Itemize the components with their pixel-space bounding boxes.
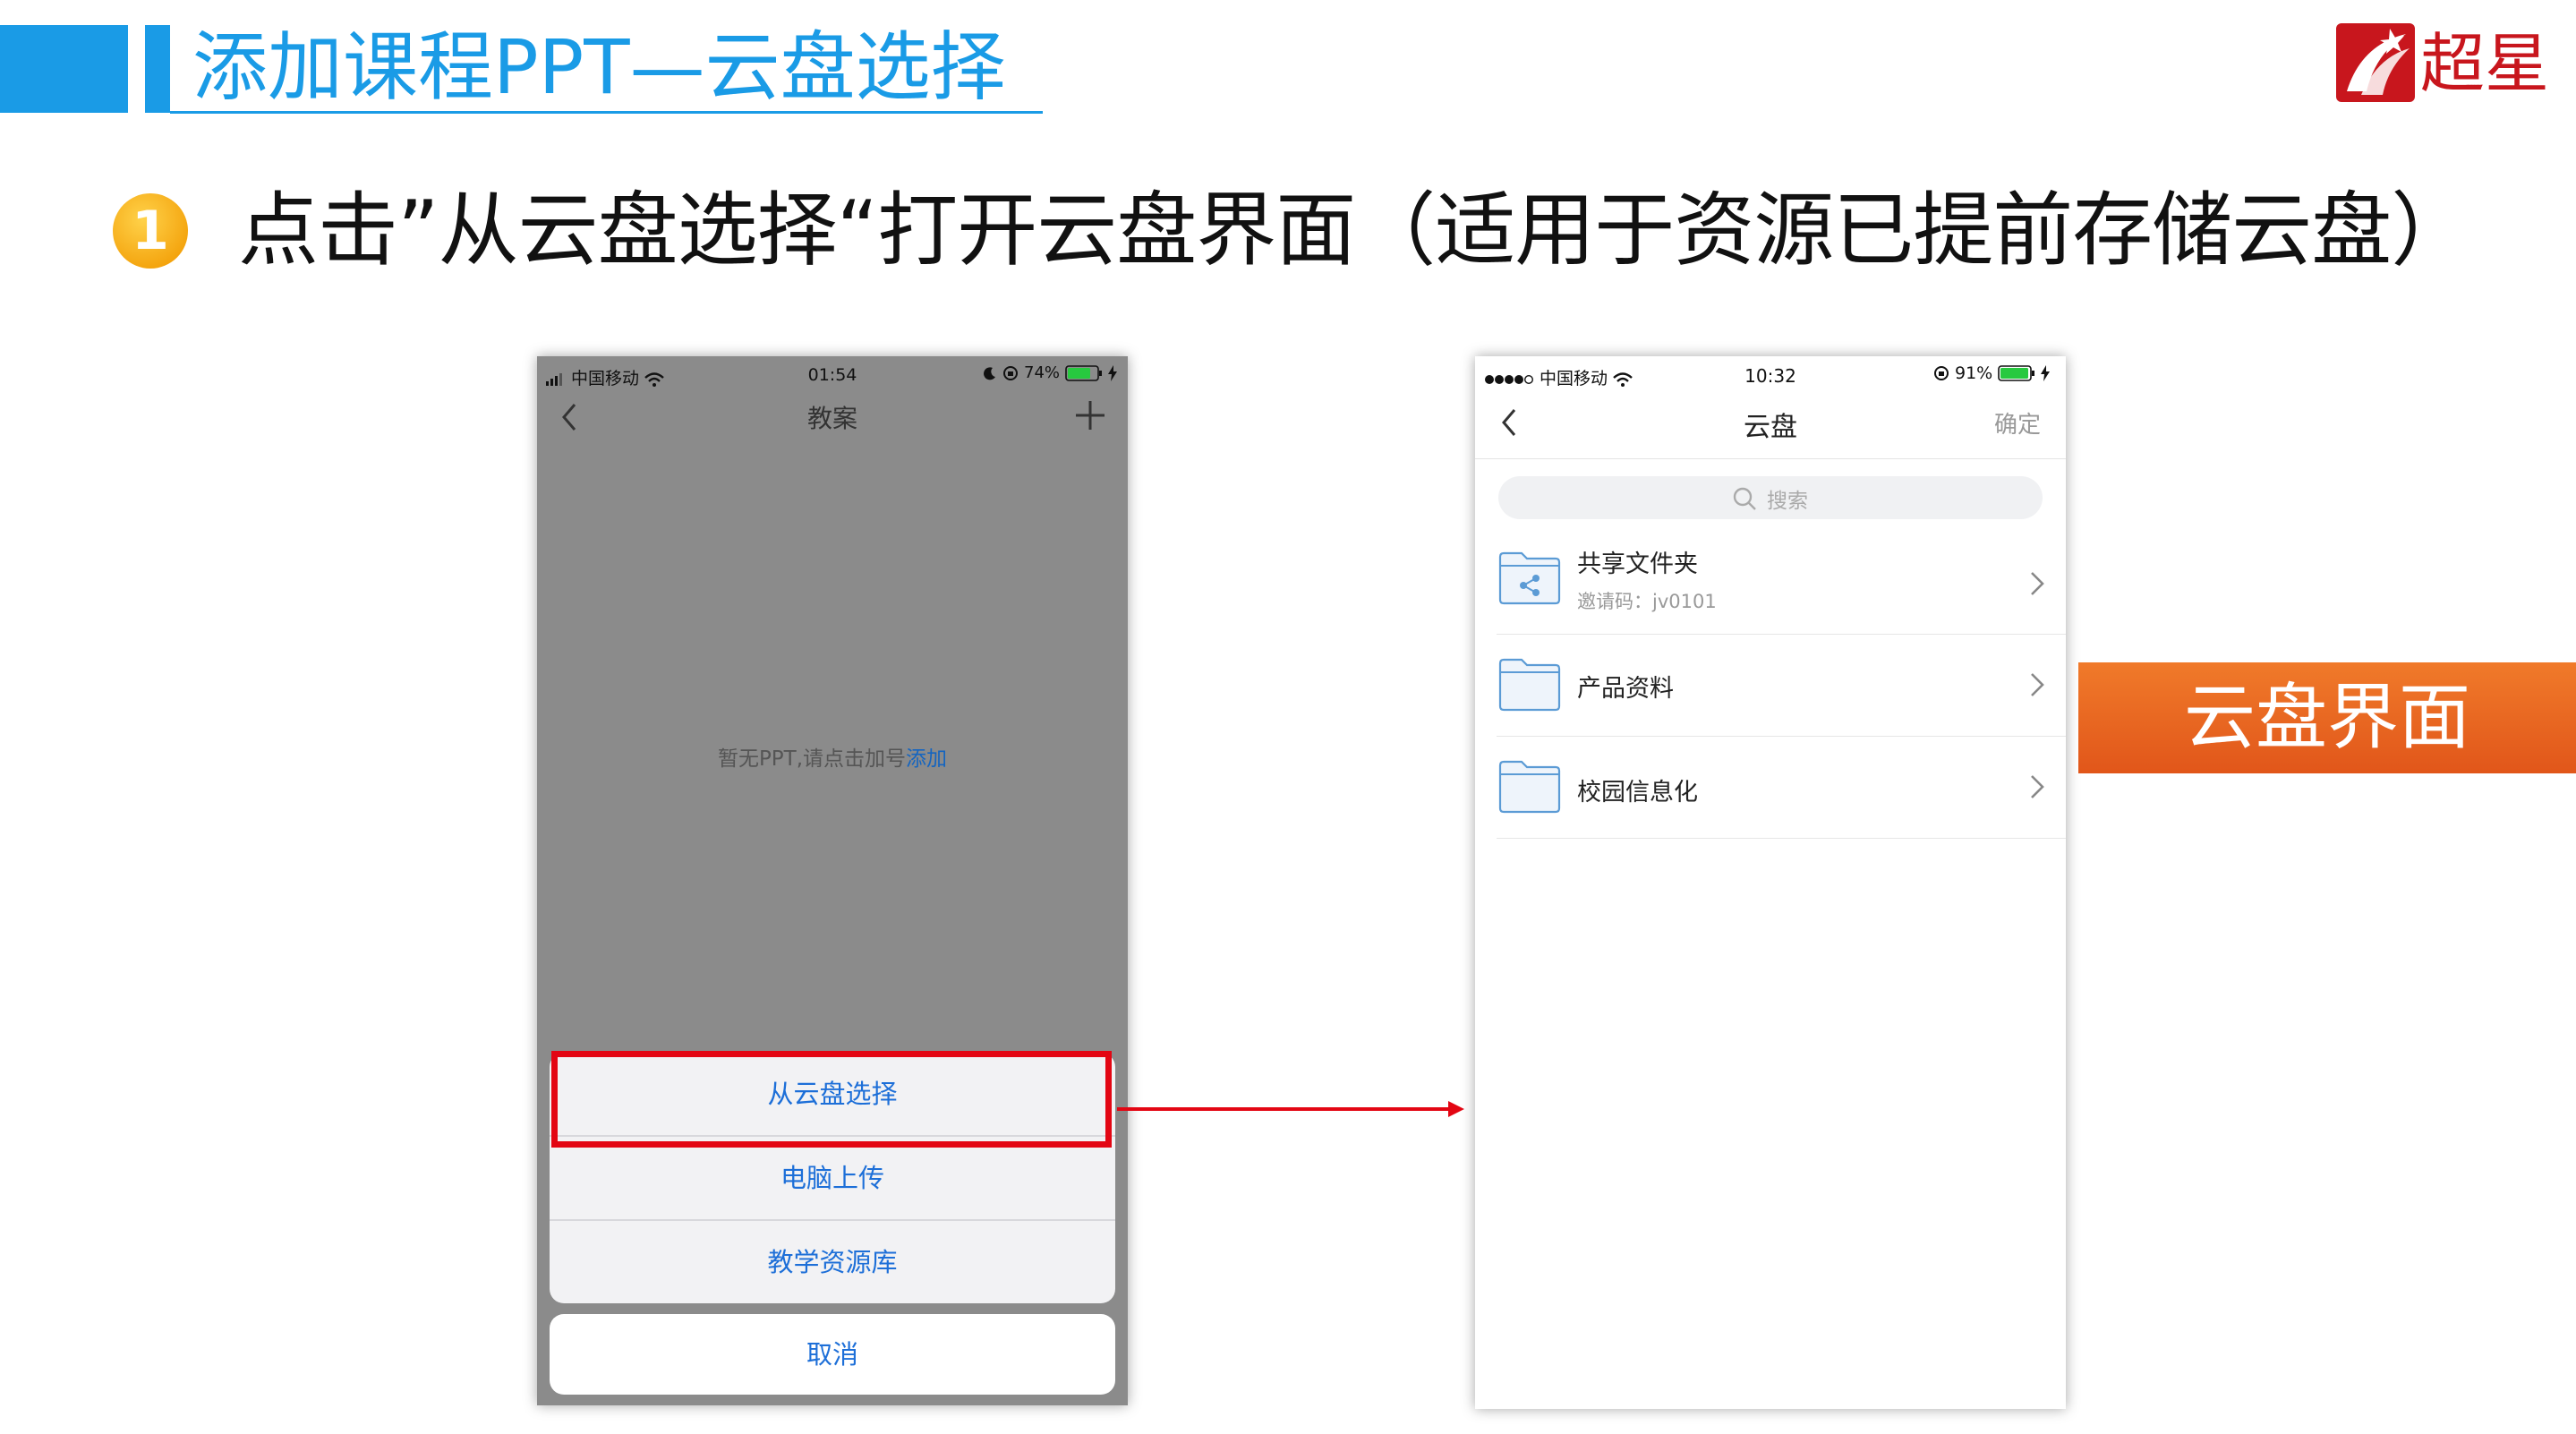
chevron-right-icon: [2031, 673, 2044, 696]
chevron-right-icon: [2031, 775, 2044, 798]
step-number-badge: 1: [111, 192, 190, 270]
folder-row-shared[interactable]: 共享文件夹 邀请码：jv0101: [1475, 532, 2066, 634]
row-divider: [1497, 838, 2066, 839]
nav-divider: [1475, 458, 2066, 459]
battery-icon: [1065, 364, 1103, 381]
plus-icon: [1076, 401, 1105, 430]
nav-title: 云盘: [1744, 412, 1797, 443]
highlight-box: [551, 1051, 1112, 1148]
status-battery-area: 91%: [1933, 363, 2051, 383]
header-accent-stripe: [145, 25, 170, 113]
search-placeholder: 搜索: [1767, 490, 1808, 513]
empty-message: 暂无PPT,请点击加号: [717, 747, 907, 771]
empty-state-text: 暂无PPT,请点击加号添加: [537, 741, 1128, 772]
moon-icon: [984, 366, 995, 380]
chevron-right-icon: [2031, 572, 2044, 595]
battery-percent: 91%: [1955, 363, 1993, 383]
chaoxing-logo: 超星: [2334, 18, 2556, 107]
folder-name: 共享文件夹: [1577, 551, 1698, 578]
rotation-lock-icon: [1934, 366, 1949, 380]
charging-icon: [1108, 364, 1118, 381]
folder-invite-code: 邀请码：jv0101: [1577, 591, 1717, 612]
slide-title: 添加课程PPT—云盘选择: [192, 23, 1006, 111]
shared-folder-icon: [1498, 551, 1561, 605]
cloud-interface-label: 云盘界面: [2078, 662, 2576, 773]
header-accent-bar: [0, 25, 128, 113]
folder-name: 校园信息化: [1577, 779, 1698, 807]
empty-add-link[interactable]: 添加: [906, 747, 947, 771]
battery-percent: 74%: [1024, 363, 1061, 382]
folder-icon: [1498, 760, 1561, 814]
folder-name: 产品资料: [1577, 675, 1674, 703]
search-icon: [1733, 487, 1756, 510]
step-number: 1: [132, 200, 169, 262]
rotation-lock-icon: [1003, 365, 1018, 380]
phone-screenshot-cloud-disk: 中国移动 10:32 91% 云盘 确定 搜索 共享文件夹 邀请码：jv0101…: [1475, 356, 2066, 1409]
phone-screenshot-lesson-plan: 中国移动 01:54 74% 教案 暂无PPT,请点击加号添加 从云盘选择 电脑…: [537, 356, 1128, 1405]
confirm-button[interactable]: 确定: [1994, 406, 2041, 440]
charging-icon: [2041, 365, 2051, 381]
folder-row-product[interactable]: 产品资料: [1475, 635, 2066, 737]
chaoxing-logo-icon: 超星: [2336, 23, 2549, 102]
step-instruction: 点击”从云盘选择“打开云盘界面（适用于资源已提前存储云盘）: [238, 184, 2471, 277]
action-computer-upload[interactable]: 电脑上传: [550, 1137, 1115, 1219]
nav-title: 教案: [806, 404, 857, 433]
folder-row-campus[interactable]: 校园信息化: [1475, 737, 2066, 839]
add-button[interactable]: [1072, 397, 1108, 433]
title-underline: [170, 111, 1043, 114]
action-cancel-button[interactable]: 取消: [550, 1314, 1115, 1395]
battery-icon: [1998, 365, 2035, 381]
status-battery-area: 74%: [983, 363, 1118, 382]
arrow-right-icon: [1117, 1101, 1464, 1117]
folder-icon: [1498, 658, 1561, 712]
action-teaching-resources[interactable]: 教学资源库: [550, 1221, 1115, 1303]
logo-text: 超星: [2420, 26, 2549, 101]
